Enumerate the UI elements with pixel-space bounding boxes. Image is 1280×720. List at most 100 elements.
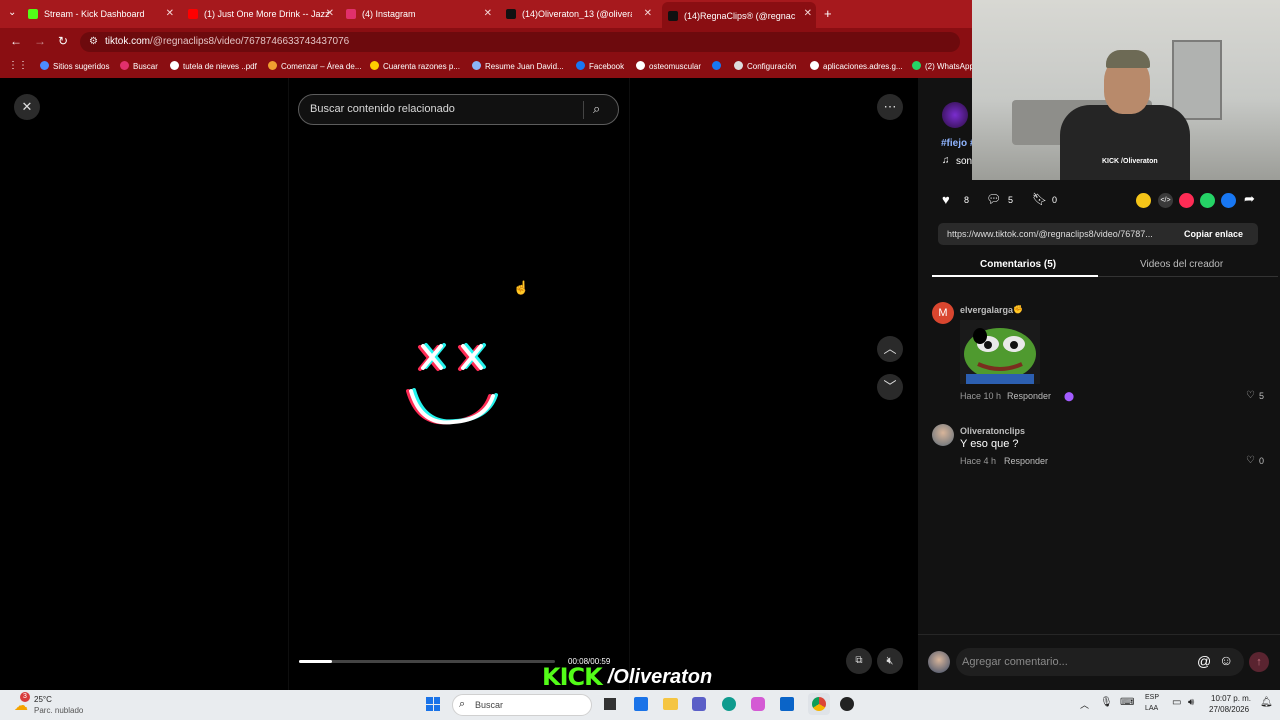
clock-date[interactable]: 27/08/2026: [1209, 705, 1249, 714]
comment-like-heart-icon[interactable]: ♡: [1246, 455, 1255, 466]
whatsapp-share-icon[interactable]: [1200, 193, 1215, 208]
reload-icon[interactable]: ↻: [58, 34, 68, 48]
tiktok-favicon-icon: [668, 11, 678, 21]
file-explorer-icon[interactable]: [663, 698, 678, 710]
url-path: /@regnaclips8/video/7678746633743437076: [150, 36, 350, 47]
site-info-icon[interactable]: ⚙: [89, 32, 98, 52]
post-comment-button[interactable]: ↑: [1249, 652, 1269, 672]
weather-temperature[interactable]: 25°C: [34, 695, 52, 704]
comment-like-count: 0: [1259, 456, 1265, 466]
back-arrow-icon[interactable]: ←: [10, 34, 22, 48]
clock-time[interactable]: 10:07 p. m.: [1211, 694, 1251, 703]
edge-icon[interactable]: [722, 697, 736, 711]
close-tab-icon[interactable]: ✕: [804, 8, 812, 19]
comment-like-heart-icon[interactable]: ♡: [1246, 390, 1255, 401]
taskbar-search-box[interactable]: ⌕ Buscar: [452, 694, 592, 716]
coin-icon[interactable]: [1136, 193, 1151, 208]
copy-link-button[interactable]: Copiar enlace: [1184, 229, 1243, 239]
forward-arrow-icon[interactable]: →: [34, 34, 46, 48]
embed-code-icon[interactable]: </>: [1158, 193, 1173, 208]
mute-toggle-button[interactable]: 🔇︎: [877, 648, 903, 674]
tab-list-chevron-icon[interactable]: ⌄: [8, 7, 16, 18]
creator-avatar[interactable]: [942, 102, 968, 128]
previous-video-button[interactable]: ︿: [877, 336, 903, 362]
bookmark-icon[interactable]: 🔖︎: [1032, 192, 1047, 206]
keyboard-icon[interactable]: ⌨: [1120, 697, 1134, 708]
video-progress-track[interactable]: [299, 660, 555, 663]
reply-button[interactable]: Responder: [1004, 456, 1048, 466]
tray-overflow-icon[interactable]: ︿: [1080, 698, 1089, 711]
like-heart-icon[interactable]: ♥: [942, 192, 950, 207]
outlook-icon[interactable]: [780, 697, 794, 711]
bookmark-item[interactable]: osteomuscular: [636, 61, 701, 71]
tab-instagram[interactable]: (4) Instagram ✕: [346, 4, 496, 24]
bookmark-label: Resume Juan David...: [485, 62, 564, 71]
bookmark-item[interactable]: Configuración: [734, 61, 796, 71]
close-tab-icon[interactable]: ✕: [484, 8, 492, 19]
bookmark-item[interactable]: Facebook: [576, 61, 624, 71]
comment-bubble-icon[interactable]: 💬︎: [986, 192, 1001, 206]
weather-condition[interactable]: Parc. nublado: [34, 706, 83, 715]
video-hashtags[interactable]: #fiejo #: [941, 138, 975, 149]
tab-tiktok-oliveraton[interactable]: (14)Oliveraton_13 (@oliveraton ✕: [506, 4, 656, 24]
facebook-share-icon[interactable]: [1221, 193, 1236, 208]
close-tab-icon[interactable]: ✕: [326, 8, 334, 19]
more-options-button[interactable]: ⋯: [877, 94, 903, 120]
close-tab-icon[interactable]: ✕: [644, 8, 652, 19]
avatar[interactable]: [932, 424, 954, 446]
close-viewer-button[interactable]: ✕: [14, 94, 40, 120]
next-video-button[interactable]: ﹀: [877, 374, 903, 400]
add-comment-input[interactable]: Agregar comentario... @ ☺: [956, 648, 1244, 676]
close-tab-icon[interactable]: ✕: [166, 8, 174, 19]
emoji-smiley-icon[interactable]: ☺: [1219, 652, 1233, 668]
comment-username[interactable]: elvergalarga: [960, 305, 1013, 315]
apps-grid-icon[interactable]: ⋮⋮: [8, 60, 28, 71]
microphone-icon[interactable]: 🎙︎: [1100, 697, 1113, 708]
tab-tiktok-regnaclips[interactable]: (14)RegnaClips® (@regnaclips ✕: [662, 2, 816, 28]
video-player[interactable]: ☝ 00:08/00:59: [288, 78, 630, 690]
notification-bell-icon[interactable]: 🔔︎: [1260, 697, 1273, 708]
bookmark-item[interactable]: Comenzar – Área de...: [268, 61, 361, 71]
network-icon[interactable]: ▭: [1172, 697, 1181, 708]
bookmark-item[interactable]: Cuarenta razones p...: [370, 61, 460, 71]
reply-button[interactable]: Responder: [1007, 391, 1051, 401]
bookmark-item[interactable]: Buscar: [120, 61, 158, 71]
send-to-friends-icon[interactable]: [1179, 193, 1194, 208]
comment-username[interactable]: Oliveratonclips: [960, 426, 1025, 436]
picture-in-picture-button[interactable]: ⧉: [846, 648, 872, 674]
language-top[interactable]: ESP: [1145, 694, 1159, 701]
add-comment-placeholder: Agregar comentario...: [962, 656, 1068, 668]
store-icon[interactable]: [634, 697, 648, 711]
bookmark-item[interactable]: aplicaciones.adres.g...: [810, 61, 903, 71]
new-tab-plus-icon[interactable]: +: [824, 6, 832, 21]
language-bottom[interactable]: LAA: [1145, 705, 1158, 712]
tab-comments[interactable]: Comentarios (5): [980, 259, 1056, 270]
tab-kick-dashboard[interactable]: Stream - Kick Dashboard ✕: [28, 4, 178, 24]
copilot-icon[interactable]: [751, 697, 765, 711]
teams-icon[interactable]: [692, 697, 706, 711]
sound-name[interactable]: son: [956, 156, 972, 167]
volume-icon[interactable]: 🔊︎: [1188, 697, 1194, 708]
video-link-text[interactable]: https://www.tiktok.com/@regnaclips8/vide…: [947, 229, 1173, 239]
obs-icon[interactable]: [840, 697, 854, 711]
search-input[interactable]: Buscar contenido relacionado: [310, 103, 455, 115]
bookmark-item[interactable]: (2) WhatsApp: [912, 61, 974, 71]
share-arrow-icon[interactable]: ➦: [1244, 191, 1255, 207]
related-search-box[interactable]: Buscar contenido relacionado ⌕: [298, 94, 619, 125]
tab-youtube[interactable]: (1) Just One More Drink -- Jazz ✕: [188, 4, 338, 24]
bookmark-item[interactable]: tutela de nieves ..pdf: [170, 61, 257, 71]
avatar[interactable]: M: [932, 302, 954, 324]
mention-at-icon[interactable]: @: [1197, 653, 1211, 669]
bookmark-item[interactable]: [712, 61, 725, 71]
bookmark-item[interactable]: Resume Juan David...: [472, 61, 564, 71]
chrome-icon[interactable]: [808, 693, 830, 715]
search-icon[interactable]: ⌕: [593, 101, 600, 117]
task-view-icon[interactable]: [604, 698, 616, 710]
tab-label: (4) Instagram: [362, 9, 416, 19]
bookmark-item[interactable]: Sitios sugeridos: [40, 61, 109, 71]
tab-creator-videos[interactable]: Videos del creador: [1140, 259, 1223, 270]
address-bar[interactable]: ⚙ tiktok.com/@regnaclips8/video/76787466…: [80, 32, 960, 52]
comment-time: Hace 4 h: [960, 456, 997, 466]
start-windows-icon[interactable]: [426, 697, 440, 711]
video-progress-fill: [299, 660, 333, 663]
